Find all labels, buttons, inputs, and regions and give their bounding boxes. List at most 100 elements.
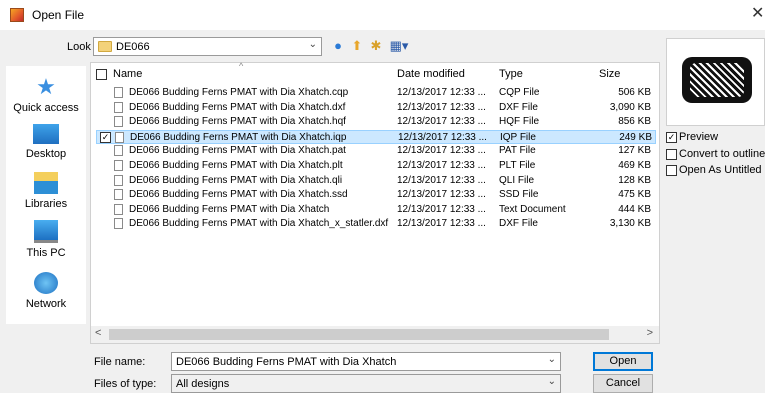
app-icon bbox=[10, 8, 24, 22]
row-checkbox[interactable]: ✓ bbox=[100, 131, 111, 143]
file-icon bbox=[114, 189, 123, 201]
file-row[interactable]: DE066 Budding Ferns PMAT with Dia Xhatch… bbox=[96, 115, 656, 129]
file-type-label: Files of type: bbox=[94, 378, 157, 390]
file-type: HQF File bbox=[499, 116, 539, 128]
file-row[interactable]: ✓ DE066 Budding Ferns PMAT with Dia Xhatc… bbox=[96, 129, 656, 144]
file-row[interactable]: DE066 Budding Ferns PMAT with Dia Xhatch… bbox=[96, 144, 656, 158]
place-network[interactable]: Network bbox=[6, 272, 86, 310]
file-size: 249 KB bbox=[619, 131, 652, 143]
column-header-date[interactable]: Date modified bbox=[397, 68, 465, 80]
libraries-icon bbox=[34, 172, 58, 194]
place-label: Desktop bbox=[25, 148, 67, 160]
file-size: 856 KB bbox=[618, 116, 651, 128]
preview-option[interactable]: ✓ Preview bbox=[666, 131, 718, 143]
file-icon bbox=[114, 87, 123, 98]
file-name: DE066 Budding Ferns PMAT with Dia Xhatch… bbox=[129, 116, 346, 128]
file-icon bbox=[115, 131, 124, 143]
file-type: DXF File bbox=[499, 101, 538, 113]
scroll-thumb[interactable] bbox=[109, 329, 609, 340]
untitled-checkbox[interactable] bbox=[666, 164, 677, 176]
column-header-type[interactable]: Type bbox=[499, 68, 523, 80]
file-name: DE066 Budding Ferns PMAT with Dia Xhatch… bbox=[129, 101, 346, 113]
file-list[interactable]: Name ^ Date modified Type Size DE066 Bud… bbox=[90, 61, 660, 344]
column-header-size[interactable]: Size bbox=[599, 68, 620, 80]
preview-thumbnail bbox=[682, 57, 752, 103]
desktop-icon bbox=[33, 124, 59, 144]
file-size: 3,090 KB bbox=[609, 101, 651, 113]
file-type: IQP File bbox=[500, 131, 536, 143]
file-type-dropdown[interactable]: All designs ⌄ bbox=[171, 374, 561, 393]
file-type: PLT File bbox=[499, 160, 536, 171]
convert-checkbox[interactable] bbox=[666, 148, 677, 160]
window-title: Open File bbox=[32, 8, 85, 22]
file-size: 128 KB bbox=[618, 174, 651, 186]
file-row[interactable]: DE066 Budding Ferns PMAT with Dia Xhatch… bbox=[96, 203, 656, 217]
untitled-label: Open As Untitled bbox=[679, 164, 762, 176]
file-type: PAT File bbox=[499, 145, 536, 157]
view-menu-icon[interactable]: ▦▾ bbox=[388, 38, 410, 54]
convert-label: Convert to outlines bbox=[679, 148, 765, 160]
file-date: 12/13/2017 12:33 ... bbox=[398, 131, 487, 143]
preview-pane bbox=[666, 38, 765, 126]
cancel-button[interactable]: Cancel bbox=[593, 374, 653, 393]
place-desktop[interactable]: Desktop bbox=[6, 124, 86, 160]
untitled-option[interactable]: Open As Untitled bbox=[666, 164, 762, 176]
chevron-down-icon: ⌄ bbox=[308, 39, 317, 50]
computer-icon bbox=[34, 220, 58, 243]
horizontal-scrollbar[interactable]: < > bbox=[91, 326, 659, 343]
file-size: 475 KB bbox=[618, 189, 651, 201]
column-header-name[interactable]: Name bbox=[113, 68, 142, 80]
file-name-input[interactable]: DE066 Budding Ferns PMAT with Dia Xhatch… bbox=[171, 352, 561, 371]
file-date: 12/13/2017 12:33 ... bbox=[397, 87, 486, 98]
back-icon[interactable]: ● bbox=[330, 38, 346, 54]
place-libraries[interactable]: Libraries bbox=[6, 172, 86, 210]
file-type-value: All designs bbox=[176, 378, 230, 390]
place-quick-access[interactable]: ★ Quick access bbox=[6, 76, 86, 115]
file-name: DE066 Budding Ferns PMAT with Dia Xhatch… bbox=[129, 145, 346, 157]
file-name: DE066 Budding Ferns PMAT with Dia Xhatch… bbox=[129, 87, 349, 98]
file-date: 12/13/2017 12:33 ... bbox=[397, 174, 486, 186]
places-bar: ★ Quick access Desktop Libraries This PC… bbox=[6, 66, 86, 324]
look-in-dropdown[interactable]: DE066 ⌄ bbox=[93, 37, 322, 56]
file-icon bbox=[114, 116, 123, 128]
file-name: DE066 Budding Ferns PMAT with Dia Xhatch… bbox=[129, 160, 343, 171]
close-icon[interactable]: ✕ bbox=[751, 3, 765, 25]
look-in-value: DE066 bbox=[116, 41, 150, 53]
convert-option[interactable]: Convert to outlines bbox=[666, 148, 765, 160]
up-folder-icon[interactable]: ⬆ bbox=[349, 38, 365, 54]
file-name: DE066 Budding Ferns PMAT with Dia Xhatch… bbox=[129, 189, 348, 201]
place-label: Libraries bbox=[24, 198, 68, 210]
preview-checkbox[interactable]: ✓ bbox=[666, 131, 677, 143]
file-row[interactable]: DE066 Budding Ferns PMAT with Dia Xhatch… bbox=[96, 217, 656, 231]
open-button[interactable]: Open bbox=[593, 352, 653, 371]
file-row[interactable]: DE066 Budding Ferns PMAT with Dia Xhatch… bbox=[96, 188, 656, 202]
file-name: DE066 Budding Ferns PMAT with Dia Xhatch bbox=[129, 203, 330, 215]
file-type: SSD File bbox=[499, 189, 539, 201]
file-date: 12/13/2017 12:33 ... bbox=[397, 101, 486, 113]
chevron-down-icon[interactable]: ⌄ bbox=[548, 354, 556, 365]
scroll-left-icon[interactable]: < bbox=[95, 327, 101, 339]
file-icon bbox=[114, 203, 123, 215]
file-date: 12/13/2017 12:33 ... bbox=[397, 145, 486, 157]
file-type: Text Document bbox=[499, 203, 566, 215]
file-size: 444 KB bbox=[618, 203, 651, 215]
network-icon bbox=[34, 272, 58, 294]
file-row[interactable]: DE066 Budding Ferns PMAT with Dia Xhatch… bbox=[96, 101, 656, 115]
file-date: 12/13/2017 12:33 ... bbox=[397, 189, 486, 201]
new-folder-icon[interactable]: ✱ bbox=[368, 38, 384, 54]
file-type: CQP File bbox=[499, 87, 540, 98]
folder-icon bbox=[98, 41, 112, 52]
file-row[interactable]: DE066 Budding Ferns PMAT with Dia Xhatch… bbox=[96, 159, 656, 173]
file-name-value: DE066 Budding Ferns PMAT with Dia Xhatch bbox=[176, 356, 397, 368]
file-name: DE066 Budding Ferns PMAT with Dia Xhatch… bbox=[129, 218, 389, 230]
file-date: 12/13/2017 12:33 ... bbox=[397, 116, 486, 128]
file-row[interactable]: DE066 Budding Ferns PMAT with Dia Xhatch… bbox=[96, 86, 656, 100]
place-this-pc[interactable]: This PC bbox=[6, 220, 86, 259]
scroll-right-icon[interactable]: > bbox=[647, 327, 653, 339]
select-all-checkbox[interactable] bbox=[96, 69, 107, 80]
file-size: 3,130 KB bbox=[609, 218, 651, 230]
file-row[interactable]: DE066 Budding Ferns PMAT with Dia Xhatch… bbox=[96, 174, 656, 188]
file-type: DXF File bbox=[499, 218, 538, 230]
chevron-down-icon: ⌄ bbox=[547, 376, 556, 387]
file-size: 127 KB bbox=[618, 145, 651, 157]
